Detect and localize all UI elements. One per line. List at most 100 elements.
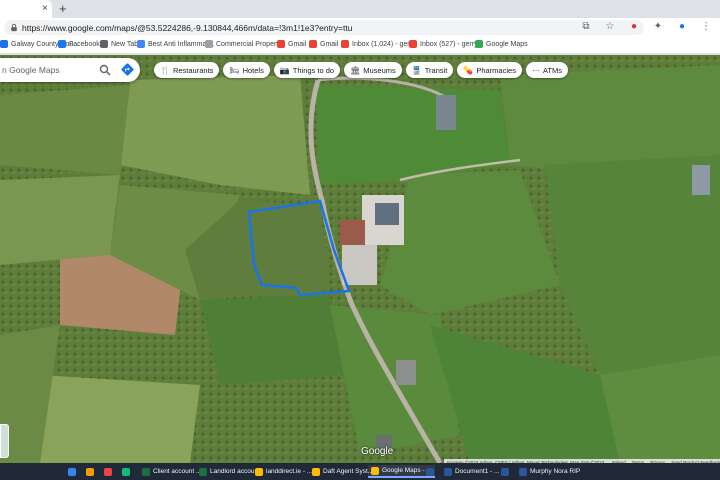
bookmark-star-icon[interactable]: ☆: [604, 20, 616, 33]
taskbar-label: Daft Agent Syst...: [323, 468, 374, 475]
bookmark-favicon-icon: [309, 40, 317, 48]
train-icon: 🚆: [411, 65, 422, 75]
bookmark-favicon-icon: [475, 40, 483, 48]
more-icon: ⋯: [531, 65, 540, 75]
taskbar-item[interactable]: Murphy Nora RIP: [519, 465, 580, 478]
chip-transit[interactable]: 🚆 Transit: [405, 62, 454, 78]
chip-atms[interactable]: ⋯ ATMs: [525, 62, 568, 78]
directions-icon[interactable]: [121, 63, 134, 76]
taskbar-item[interactable]: [426, 465, 434, 478]
close-tab-icon[interactable]: ×: [42, 3, 48, 14]
app-icon: [142, 467, 150, 476]
app-icon: [501, 467, 509, 476]
app-icon: [122, 467, 130, 476]
taskbar-label: Google Maps - ...: [382, 467, 432, 474]
app-icon: [104, 467, 112, 476]
bookmark-item[interactable]: Commercial Propert...: [205, 40, 284, 48]
profile-icon[interactable]: ●: [676, 20, 688, 33]
app-icon: [519, 467, 527, 476]
taskbar-item[interactable]: [122, 465, 130, 478]
chip-hotels[interactable]: 🛏 Hotels: [223, 62, 270, 78]
bookmark-favicon-icon: [0, 40, 8, 48]
chip-label: Transit: [424, 65, 448, 75]
bookmark-favicon-icon: [137, 40, 145, 48]
bookmark-item[interactable]: Google Maps: [475, 40, 528, 48]
bookmark-item[interactable]: Inbox (1,024) - gerr...: [341, 40, 417, 48]
taskbar-item[interactable]: landdirect.ie - ...: [255, 465, 312, 478]
bookmark-item[interactable]: Inbox (527) - gerry...: [409, 40, 483, 48]
url-field[interactable]: https://www.google.com/maps/@53.5224286,…: [4, 20, 644, 35]
chip-museums[interactable]: 🏛 Museums: [344, 62, 402, 78]
taskbar-item[interactable]: Document1 - ...: [444, 465, 499, 478]
taskbar-label: Murphy Nora RIP: [530, 468, 581, 475]
bookmark-favicon-icon: [205, 40, 213, 48]
app-icon: [199, 467, 207, 476]
app-icon: [68, 467, 76, 476]
bookmark-favicon-icon: [277, 40, 285, 48]
bookmark-favicon-icon: [58, 40, 66, 48]
bookmark-favicon-icon: [100, 40, 108, 48]
layers-toggle[interactable]: [0, 424, 9, 458]
taskbar-item[interactable]: [68, 465, 76, 478]
app-icon: [312, 467, 320, 476]
chip-restaurants[interactable]: 🍴 Restaurants: [154, 62, 220, 78]
chip-label: Restaurants: [172, 65, 214, 75]
museum-icon: 🏛: [350, 65, 361, 75]
bookmark-label: Facebook: [69, 40, 100, 48]
google-logo: Google: [361, 446, 394, 457]
address-bar: https://www.google.com/maps/@53.5224286,…: [0, 18, 720, 37]
taskbar-item[interactable]: Landlord accou...: [199, 465, 260, 478]
extensions-puzzle-icon[interactable]: ✦: [652, 20, 664, 33]
app-icon: [86, 467, 94, 476]
satellite-map[interactable]: [0, 55, 720, 463]
extension-icon[interactable]: ●: [628, 20, 640, 33]
taskbar-item[interactable]: [501, 465, 509, 478]
active-tab[interactable]: ×: [0, 0, 52, 18]
bookmark-item[interactable]: New Tab: [100, 40, 138, 48]
app-icon: [255, 467, 263, 476]
taskbar-label: landdirect.ie - ...: [266, 468, 313, 475]
bookmark-item[interactable]: Gmail: [309, 40, 338, 48]
new-tab-button[interactable]: +: [59, 1, 67, 16]
chip-label: Pharmacies: [476, 65, 516, 75]
app-icon: [426, 467, 434, 476]
bookmark-label: Inbox (527) - gerry...: [420, 40, 483, 48]
bookmark-favicon-icon: [341, 40, 349, 48]
chip-label: Hotels: [242, 65, 264, 75]
chip-things-to-do[interactable]: 📷 Things to do: [273, 62, 341, 78]
taskbar-item[interactable]: [104, 465, 112, 478]
bookmark-item[interactable]: Facebook: [58, 40, 100, 48]
satellite-imagery: [0, 55, 720, 463]
chip-label: Museums: [363, 65, 396, 75]
bookmark-label: New Tab: [111, 40, 139, 48]
taskbar-label: Landlord accou...: [210, 468, 260, 475]
bookmark-label: Google Maps: [486, 40, 528, 48]
fork-knife-icon: 🍴: [160, 65, 170, 75]
app-icon: [444, 467, 452, 476]
chip-pharmacies[interactable]: 💊 Pharmacies: [457, 62, 522, 78]
app-icon: [371, 466, 379, 475]
menu-icon[interactable]: ⋮: [700, 20, 712, 33]
chip-label: ATMs: [542, 65, 562, 75]
search-input[interactable]: n Google Maps: [2, 65, 60, 75]
install-app-icon[interactable]: ⧉: [580, 20, 592, 33]
search-icon[interactable]: [99, 64, 111, 76]
taskbar-item[interactable]: Daft Agent Syst...: [312, 465, 373, 478]
bookmarks-bar: Galway County Cou... Facebook New Tab Best …: [0, 37, 720, 54]
tab-strip: × +: [0, 0, 720, 18]
toolbar-icons: ⧉ ☆ ● ✦ ● ⋮: [580, 20, 712, 33]
taskbar-item[interactable]: Google Maps - ...: [368, 465, 435, 478]
bed-icon: 🛏: [229, 65, 240, 75]
taskbar-item[interactable]: Client account ...: [142, 465, 201, 478]
bookmark-item[interactable]: Gmail: [277, 40, 306, 48]
taskbar-label: Client account ...: [153, 468, 202, 475]
windows-taskbar: Client account ... Landlord accou... landd…: [0, 463, 720, 480]
url-text[interactable]: https://www.google.com/maps/@53.5224286,…: [22, 23, 352, 33]
search-box[interactable]: n Google Maps: [0, 58, 140, 82]
bookmark-label: Commercial Propert...: [216, 40, 285, 48]
site-info-icon[interactable]: [10, 23, 18, 32]
bookmark-label: Gmail: [320, 40, 339, 48]
camera-icon: 📷: [279, 65, 290, 75]
bookmark-item[interactable]: Best Anti Inflammat...: [137, 40, 214, 48]
taskbar-item[interactable]: [86, 465, 94, 478]
